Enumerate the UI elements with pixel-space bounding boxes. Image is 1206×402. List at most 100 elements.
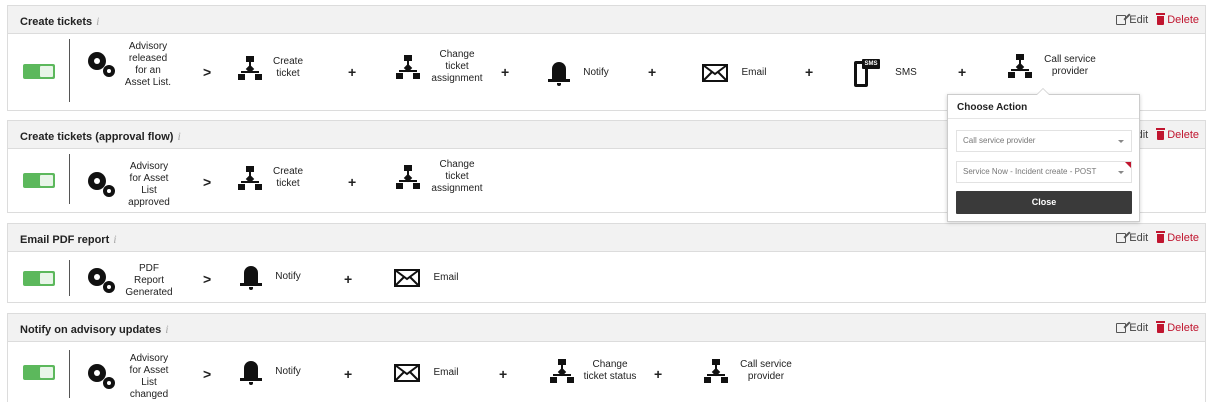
- action-label: Create ticket: [272, 166, 303, 189]
- trigger-label: Advisory released for an Asset List.: [124, 41, 172, 88]
- action-label: Change ticket assignment: [431, 49, 483, 84]
- action-change-ticket-assignment[interactable]: Change ticket assignment: [396, 49, 486, 85]
- workflow-icon: [396, 165, 420, 189]
- action-label: Email: [433, 272, 459, 283]
- action-notify[interactable]: Notify: [240, 359, 306, 385]
- and-plus: +: [654, 366, 663, 382]
- workflow-icon: [238, 166, 262, 190]
- action-create-ticket[interactable]: Create ticket: [238, 56, 306, 80]
- action-change-ticket-status[interactable]: Change ticket status: [550, 359, 638, 383]
- then-arrow: >: [203, 271, 212, 287]
- toggle-knob: [40, 66, 53, 77]
- info-icon[interactable]: i: [113, 232, 116, 246]
- caret-down-icon: [1118, 171, 1124, 174]
- rule-title: Create tickets i: [20, 14, 100, 28]
- enabled-toggle[interactable]: [23, 173, 55, 188]
- edit-button[interactable]: Edit: [1116, 322, 1148, 334]
- info-icon[interactable]: i: [96, 14, 99, 28]
- edit-icon: [1116, 15, 1127, 25]
- action-select[interactable]: Call service provider: [956, 130, 1132, 152]
- info-icon[interactable]: i: [165, 322, 168, 336]
- divider: [69, 154, 70, 204]
- and-plus: +: [348, 174, 357, 190]
- action-call-service-provider[interactable]: Call service provider: [1008, 54, 1100, 78]
- action-label: Call service provider: [1044, 54, 1096, 77]
- action-label: Email: [433, 367, 459, 378]
- workflow-icon: [238, 56, 262, 80]
- edit-button[interactable]: Edit: [1116, 232, 1148, 244]
- trigger-label: Advisory for Asset List changed: [129, 353, 169, 400]
- popover-title: Choose Action: [948, 95, 1139, 119]
- rule-body: PDF Report Generated > Notify + Email: [8, 252, 1205, 303]
- caret-down-icon: [1118, 140, 1124, 143]
- trash-icon: [1156, 321, 1166, 333]
- action-label: Email: [741, 67, 767, 78]
- action-call-service-provider[interactable]: Call service provider: [704, 359, 796, 383]
- rule-body: Advisory for Asset List changed > Notify…: [8, 342, 1205, 402]
- and-plus: +: [805, 64, 814, 80]
- then-arrow: >: [203, 64, 212, 80]
- sms-phone-icon: SMS: [854, 59, 880, 87]
- rule-card-notify-advisory-updates: Notify on advisory updates i Edit Delete …: [7, 313, 1206, 402]
- and-plus: +: [499, 366, 508, 382]
- divider: [69, 39, 70, 102]
- workflow-icon: [1008, 54, 1032, 78]
- trash-icon: [1156, 231, 1166, 243]
- envelope-icon: [394, 364, 420, 382]
- toggle-knob: [40, 273, 53, 284]
- bell-icon: [240, 359, 262, 385]
- trash-icon: [1156, 128, 1166, 140]
- action-change-ticket-assignment[interactable]: Change ticket assignment: [396, 159, 486, 195]
- rule-title: Email PDF report i: [20, 232, 117, 246]
- action-notify[interactable]: Notify: [240, 264, 306, 290]
- action-label: Notify: [275, 271, 301, 282]
- and-plus: +: [501, 64, 510, 80]
- gears-icon: [88, 172, 116, 198]
- trigger-advisory-changed[interactable]: Advisory for Asset List changed: [88, 353, 174, 401]
- action-label: Create ticket: [272, 56, 303, 79]
- delete-button[interactable]: Delete: [1156, 321, 1199, 334]
- enabled-toggle[interactable]: [23, 365, 55, 380]
- enabled-toggle[interactable]: [23, 271, 55, 286]
- edit-button[interactable]: Edit: [1116, 14, 1148, 26]
- trigger-advisory-released[interactable]: Advisory released for an Asset List.: [88, 41, 172, 89]
- divider: [69, 260, 70, 296]
- enabled-toggle[interactable]: [23, 64, 55, 79]
- trash-icon: [1156, 13, 1166, 25]
- endpoint-select[interactable]: Service Now - Incident create - POST: [956, 161, 1132, 183]
- then-arrow: >: [203, 366, 212, 382]
- delete-button[interactable]: Delete: [1156, 13, 1199, 26]
- action-select-value: Call service provider: [963, 136, 1036, 145]
- then-arrow: >: [203, 174, 212, 190]
- action-create-ticket[interactable]: Create ticket: [238, 166, 306, 190]
- toggle-knob: [40, 175, 53, 186]
- action-label: SMS: [895, 67, 917, 78]
- trigger-label: Advisory for Asset List approved: [128, 161, 170, 208]
- workflow-icon: [704, 359, 728, 383]
- and-plus: +: [344, 271, 353, 287]
- workflow-icon: [396, 55, 420, 79]
- divider: [69, 350, 70, 398]
- info-icon[interactable]: i: [177, 129, 180, 143]
- close-button[interactable]: Close: [956, 191, 1132, 214]
- action-email[interactable]: Email: [394, 364, 464, 382]
- trigger-pdf-report-generated[interactable]: PDF Report Generated: [88, 263, 174, 299]
- action-notify[interactable]: Notify: [548, 60, 614, 86]
- action-sms[interactable]: SMS SMS: [854, 59, 924, 87]
- action-label: Change ticket status: [583, 359, 637, 382]
- trigger-label: PDF Report Generated: [125, 263, 173, 298]
- delete-button[interactable]: Delete: [1156, 231, 1199, 244]
- rule-header: Notify on advisory updates i Edit Delete: [8, 314, 1205, 342]
- action-email[interactable]: Email: [394, 269, 464, 287]
- workflow-icon: [550, 359, 574, 383]
- gears-icon: [88, 268, 116, 294]
- action-label: Call service provider: [740, 359, 792, 382]
- and-plus: +: [348, 64, 357, 80]
- trigger-advisory-approved[interactable]: Advisory for Asset List approved: [88, 161, 174, 209]
- delete-button[interactable]: Delete: [1156, 128, 1199, 141]
- gears-icon: [88, 364, 116, 390]
- rule-card-email-pdf-report: Email PDF report i Edit Delete PDF Report…: [7, 223, 1206, 303]
- and-plus: +: [958, 64, 967, 80]
- endpoint-select-value: Service Now - Incident create - POST: [963, 167, 1097, 176]
- action-email[interactable]: Email: [702, 64, 772, 82]
